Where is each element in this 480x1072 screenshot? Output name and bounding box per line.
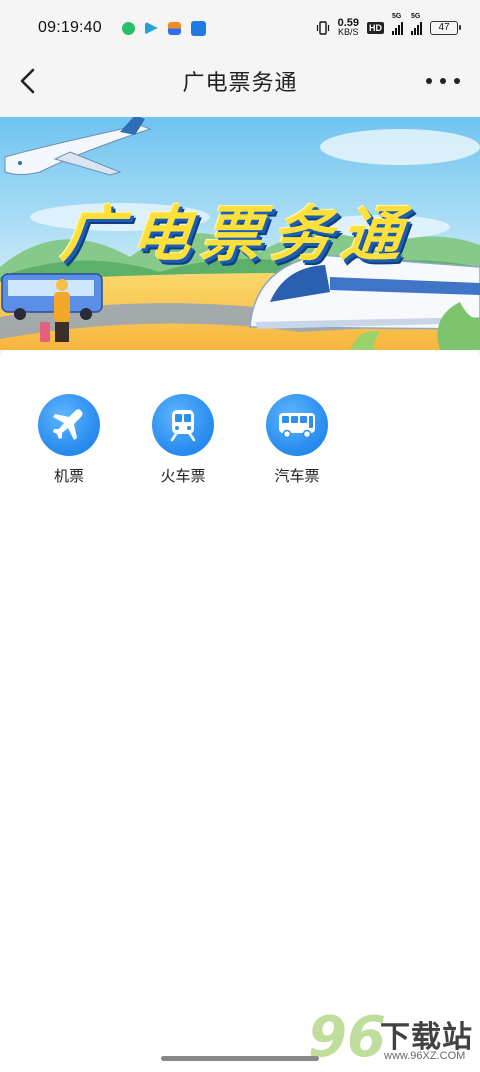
ticket-menu: 机票 火车票 汽车票 — [38, 394, 328, 486]
card-app-icon — [167, 21, 181, 35]
more-options-icon[interactable] — [426, 68, 460, 94]
signal-icon-1: 5G — [392, 13, 403, 35]
back-icon[interactable] — [14, 66, 44, 96]
battery-icon: 47 — [430, 21, 461, 35]
battery-level: 47 — [438, 22, 450, 33]
network-speed: 0.59 KB/S — [338, 18, 359, 37]
bus-icon — [266, 394, 328, 456]
cloud-app-icon — [190, 20, 206, 36]
menu-item-train[interactable]: 火车票 — [152, 394, 214, 486]
menu-item-flight[interactable]: 机票 — [38, 394, 100, 486]
status-bar: 09:19:40 0.59 KB/S HD 5G 5G 47 — [0, 0, 480, 56]
airplane-icon — [38, 394, 100, 456]
train-icon — [152, 394, 214, 456]
system-icons: 0.59 KB/S HD 5G 5G 47 — [316, 13, 461, 37]
menu-label-train: 火车票 — [160, 468, 206, 485]
content-card: 机票 火车票 汽车票 — [0, 350, 480, 1072]
menu-item-bus[interactable]: 汽车票 — [266, 394, 328, 486]
hd-badge: HD — [367, 22, 384, 34]
home-indicator[interactable] — [161, 1056, 319, 1061]
watermark-url: www.96XZ.COM — [384, 1050, 466, 1062]
watermark-logo: 96 下载站 www.96XZ.COM — [308, 1008, 478, 1068]
nav-bar: 广电票务通 — [0, 56, 480, 106]
banner-title: 广电票务通 — [57, 200, 416, 270]
network-speed-unit: KB/S — [338, 27, 359, 37]
banner: 广电票务通 — [0, 117, 480, 350]
status-time: 09:19:40 — [38, 19, 102, 36]
page-title: 广电票务通 — [182, 70, 298, 95]
signal-2-label: 5G — [411, 13, 421, 20]
watermark-number: 96 — [308, 1005, 386, 1070]
vibrate-icon — [316, 21, 329, 35]
menu-label-bus: 汽车票 — [274, 468, 320, 485]
chat-app-icon — [121, 21, 135, 35]
signal-icon-2: 5G — [411, 13, 422, 35]
menu-label-flight: 机票 — [53, 468, 84, 485]
video-app-icon — [144, 21, 158, 35]
notification-icons — [121, 20, 206, 36]
signal-1-label: 5G — [392, 13, 402, 20]
